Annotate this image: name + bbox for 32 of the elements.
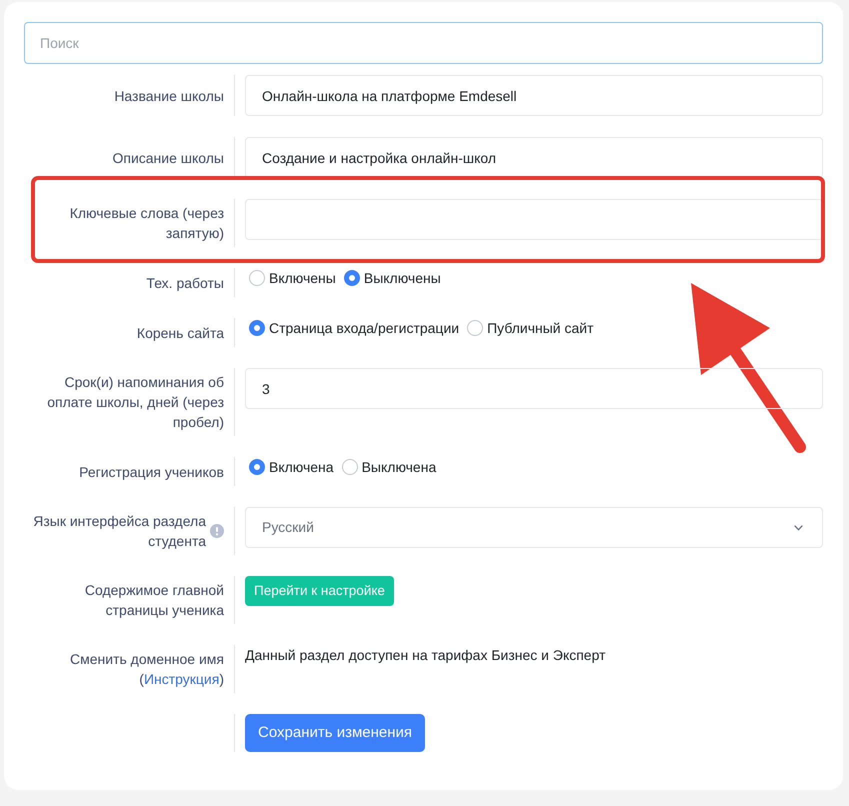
field-label: Сменить доменное имя (Инструкция) xyxy=(69,650,224,689)
plan-note: Данный раздел доступен на тарифах Бизнес и Эксперт xyxy=(245,646,606,665)
text-input[interactable] xyxy=(245,199,823,240)
field-label: Содержимое главной страницы ученика xyxy=(84,581,224,620)
text-input[interactable]: Онлайн-школа на платформе Emdesell xyxy=(245,75,823,116)
radio-label: Включена xyxy=(269,458,334,477)
radio-label: Включены xyxy=(269,269,336,288)
radio-button[interactable] xyxy=(249,270,265,286)
chevron-down-icon xyxy=(794,524,803,530)
instruction-link[interactable]: Инструкция xyxy=(144,671,220,687)
radio-label: Выключены xyxy=(364,269,441,288)
radio-button[interactable] xyxy=(342,459,358,475)
field-label: Описание школы xyxy=(112,148,224,168)
radio-label: Выключена xyxy=(362,458,436,477)
radio-button[interactable] xyxy=(249,459,265,475)
radio-button[interactable] xyxy=(344,270,360,286)
field-label: Корень сайта xyxy=(136,324,224,342)
radio-label: Публичный сайт xyxy=(487,319,594,338)
field-label: Название школы xyxy=(114,86,224,106)
field-label: Регистрация учеников xyxy=(79,462,224,482)
radio-button[interactable] xyxy=(249,320,265,336)
text-input[interactable]: Создание и настройка онлайн-школ xyxy=(245,137,823,178)
search-field[interactable]: Поиск xyxy=(24,22,823,64)
field-label: Тех. работы xyxy=(146,274,224,292)
field-label: Ключевые слова (через запятую) xyxy=(68,204,224,243)
field-label: Язык интерфейса раздела студента xyxy=(32,512,206,551)
save-button[interactable]: Сохранить изменения xyxy=(245,714,426,752)
radio-button[interactable] xyxy=(467,320,484,336)
text-input[interactable]: 3 xyxy=(245,368,823,409)
radio-label: Страница входа/регистрации xyxy=(269,319,460,338)
field-label: Срок(и) напоминания об оплате школы, дней (через пробел) xyxy=(46,373,224,432)
language-select[interactable]: Русский xyxy=(245,507,823,548)
